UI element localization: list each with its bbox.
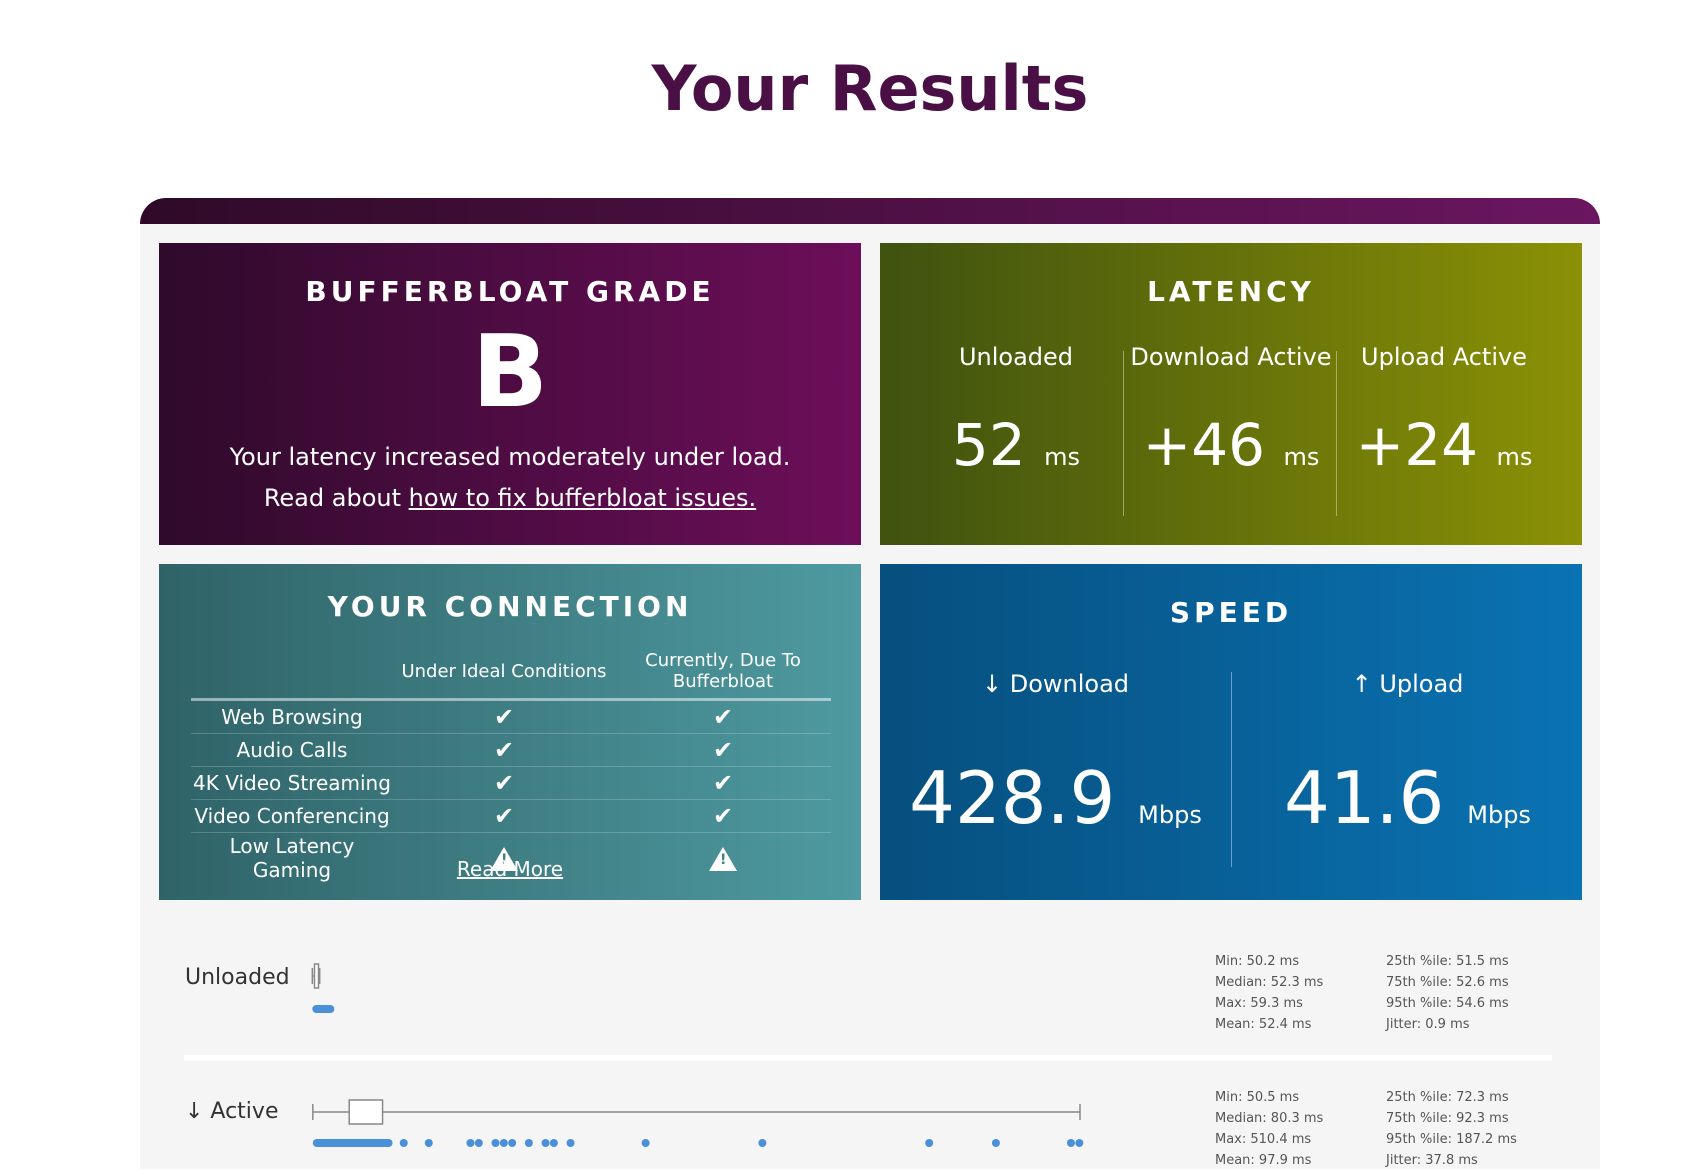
active-point [424, 1139, 433, 1147]
latency-boxplots [311, 963, 1084, 1147]
active-point [641, 1139, 650, 1147]
active-point [541, 1139, 550, 1147]
active-point [524, 1139, 533, 1147]
active-point [491, 1139, 500, 1147]
active-boxplot-box [348, 1099, 384, 1125]
unloaded-points [312, 1005, 335, 1013]
active-point [566, 1139, 575, 1147]
active-point [925, 1139, 934, 1147]
active-points-cluster [312, 1139, 393, 1147]
active-point [758, 1139, 767, 1147]
unloaded-boxplot-box [313, 963, 320, 989]
active-point [549, 1139, 558, 1147]
active-point [466, 1139, 475, 1147]
active-point [499, 1139, 508, 1147]
active-point [508, 1139, 517, 1147]
active-point [474, 1139, 483, 1147]
active-point [991, 1139, 1000, 1147]
active-point [1066, 1139, 1075, 1147]
active-point [1075, 1139, 1084, 1147]
active-point [399, 1139, 408, 1147]
